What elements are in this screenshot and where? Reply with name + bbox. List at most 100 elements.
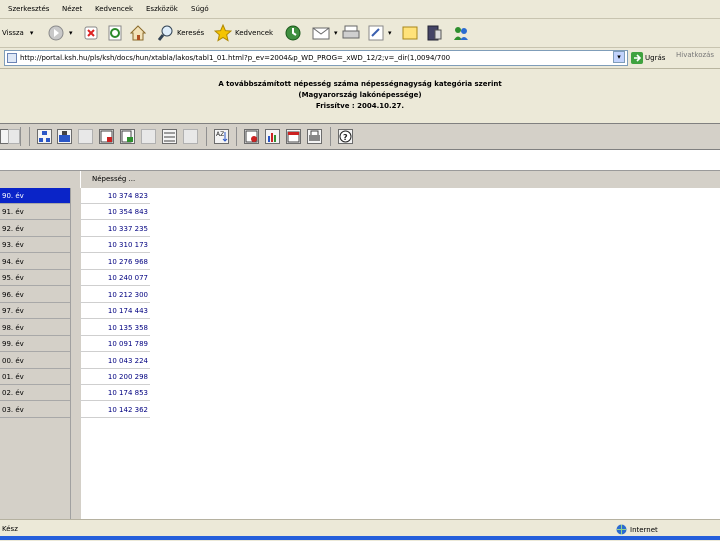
- export-icon[interactable]: [120, 129, 135, 144]
- links-bar[interactable]: Hivatkozás: [676, 51, 714, 59]
- stop-button[interactable]: [84, 22, 98, 44]
- search-icon: [158, 25, 173, 41]
- row-value-cell[interactable]: 10 374 823: [80, 188, 150, 204]
- toolbar-separator: [236, 127, 237, 146]
- refresh-button[interactable]: [108, 22, 122, 44]
- go-label: Ugrás: [645, 54, 666, 62]
- address-dropdown-icon[interactable]: ▾: [613, 51, 625, 63]
- row-value-cell[interactable]: 10 337 235: [80, 221, 150, 237]
- sort-icon[interactable]: AZ: [214, 129, 229, 144]
- edit-button[interactable]: ▾: [368, 22, 392, 44]
- back-dropdown-icon[interactable]: ▾: [30, 29, 34, 37]
- discuss-button[interactable]: [402, 22, 418, 44]
- row-year-label[interactable]: 03. év: [0, 402, 70, 418]
- row-year-label[interactable]: 95. év: [0, 270, 70, 287]
- column-resize-handle[interactable]: [70, 171, 80, 188]
- taskbar-edge: [0, 536, 720, 540]
- row-value-cell[interactable]: 10 240 077: [80, 270, 150, 287]
- help-icon[interactable]: ?: [338, 129, 353, 144]
- drill-icon[interactable]: [57, 129, 72, 144]
- mail-icon: [312, 27, 330, 40]
- merge-rows-icon[interactable]: [183, 129, 198, 144]
- rows-glyph-icon: [164, 132, 175, 142]
- row-year-label[interactable]: 98. év: [0, 320, 70, 336]
- column-header-population[interactable]: Népesség ...: [92, 175, 135, 183]
- print-report-icon[interactable]: [307, 129, 322, 144]
- table-glyph-icon: [100, 130, 113, 143]
- messenger-icon: [454, 27, 468, 40]
- research-button[interactable]: [426, 22, 442, 44]
- menu-help[interactable]: Súgó: [191, 5, 209, 13]
- messenger-button[interactable]: [452, 22, 470, 44]
- row-year-label[interactable]: 90. év: [0, 188, 70, 204]
- svg-text:AZ: AZ: [216, 131, 224, 138]
- menu-tools[interactable]: Eszközök: [146, 5, 178, 13]
- back-button[interactable]: Vissza ▾: [2, 22, 33, 44]
- toolbar-separator: [20, 127, 21, 146]
- row-year-label[interactable]: 00. év: [0, 353, 70, 369]
- row-year-label[interactable]: 94. év: [0, 254, 70, 270]
- security-zone: Internet: [616, 524, 658, 535]
- go-button[interactable]: Ugrás: [631, 51, 665, 65]
- split-rows-icon[interactable]: [162, 129, 177, 144]
- forward-button[interactable]: ▾: [48, 22, 73, 44]
- favorites-button[interactable]: Kedvencek: [214, 22, 273, 44]
- printer-icon: [342, 25, 360, 39]
- data-table: Népesség ... 90. év 10 374 823 91. év 10 35…: [0, 150, 720, 519]
- filter-icon[interactable]: [78, 129, 93, 144]
- mail-button[interactable]: ▾: [312, 22, 338, 44]
- internet-globe-icon: [616, 524, 627, 535]
- row-value-cell[interactable]: 10 276 968: [80, 254, 150, 270]
- address-input[interactable]: http://portal.ksh.hu/pls/ksh/docs/hun/xt…: [4, 50, 628, 66]
- note-icon: [402, 26, 418, 40]
- calendar-icon[interactable]: [286, 129, 301, 144]
- row-value-cell[interactable]: 10 174 443: [80, 303, 150, 320]
- stop-icon: [84, 26, 98, 40]
- report-title: A továbbszámított népesség száma népessé…: [218, 80, 502, 88]
- row-value-cell[interactable]: 10 200 298: [80, 369, 150, 385]
- mail-dropdown-icon[interactable]: ▾: [334, 29, 338, 37]
- row-year-label[interactable]: 01. év: [0, 369, 70, 385]
- row-year-label[interactable]: 92. év: [0, 221, 70, 237]
- row-year-label[interactable]: 91. év: [0, 204, 70, 221]
- toolbar-separator: [206, 127, 207, 146]
- search-button[interactable]: Keresés: [158, 22, 204, 44]
- help-glyph-icon: ?: [339, 130, 352, 143]
- row-year-label[interactable]: 02. év: [0, 385, 70, 402]
- row-value-cell[interactable]: 10 043 224: [80, 353, 150, 369]
- report-toolbar: AZ ?: [0, 123, 720, 150]
- row-value-cell[interactable]: 10 135 358: [80, 320, 150, 336]
- edit-page-icon: [368, 25, 384, 41]
- favorites-label: Kedvencek: [235, 29, 274, 37]
- report-header: A továbbszámított népesség száma népessé…: [0, 69, 720, 123]
- table-view-icon[interactable]: [99, 129, 114, 144]
- row-value-cell[interactable]: 10 174 853: [80, 385, 150, 402]
- row-value-cell[interactable]: 10 310 173: [80, 237, 150, 254]
- comment-icon[interactable]: [141, 129, 156, 144]
- menu-view[interactable]: Nézet: [62, 5, 82, 13]
- row-year-label[interactable]: 96. év: [0, 287, 70, 303]
- home-icon: [130, 25, 146, 41]
- row-value-cell[interactable]: 10 091 789: [80, 336, 150, 353]
- history-button[interactable]: [284, 22, 302, 44]
- forward-dropdown-icon[interactable]: ▾: [69, 29, 73, 37]
- row-header-corner: [0, 171, 71, 188]
- hierarchy-icon[interactable]: [37, 129, 52, 144]
- row-value-cell[interactable]: 10 142 362: [80, 402, 150, 418]
- menu-edit[interactable]: Szerkesztés: [8, 5, 49, 13]
- table-top-band: [0, 150, 720, 171]
- bar-chart-icon[interactable]: [265, 129, 280, 144]
- column-header-bar: [80, 171, 720, 188]
- edit-dropdown-icon[interactable]: ▾: [388, 29, 392, 37]
- row-year-label[interactable]: 97. év: [0, 303, 70, 320]
- status-text: Kész: [2, 525, 18, 533]
- row-year-label[interactable]: 93. év: [0, 237, 70, 254]
- home-button[interactable]: [130, 22, 146, 44]
- row-year-label[interactable]: 99. év: [0, 336, 70, 353]
- row-value-cell[interactable]: 10 354 843: [80, 204, 150, 221]
- print-button[interactable]: [342, 22, 360, 44]
- copy-icon[interactable]: [8, 129, 20, 144]
- chart-icon[interactable]: [244, 129, 259, 144]
- row-value-cell[interactable]: 10 212 300: [80, 287, 150, 303]
- menu-favorites[interactable]: Kedvencek: [95, 5, 133, 13]
